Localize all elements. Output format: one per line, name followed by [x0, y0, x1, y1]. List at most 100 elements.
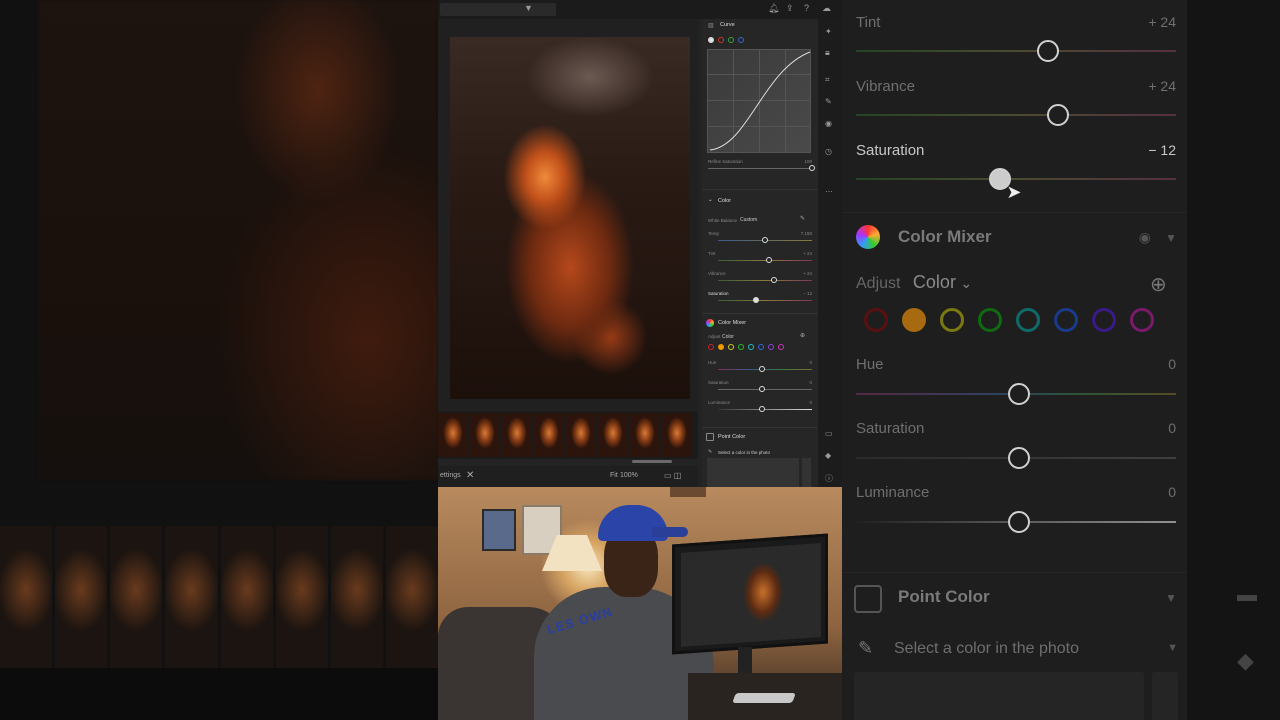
mixer-aqua[interactable]	[748, 344, 754, 350]
edit-sliders-icon[interactable]: ≡	[825, 49, 830, 58]
mixer-aqua[interactable]	[1016, 308, 1040, 332]
zoom-adjust-select[interactable]: Color	[913, 272, 956, 292]
film-thumb[interactable]	[662, 413, 692, 457]
select-color-text[interactable]: Select a color in the photo	[718, 450, 770, 455]
film-thumb[interactable]	[534, 413, 564, 457]
eyedropper-icon[interactable]: ✎	[708, 449, 712, 455]
help-icon[interactable]: ?	[804, 3, 809, 13]
film-thumb[interactable]	[630, 413, 660, 457]
tag-icon[interactable]: ◆	[1237, 648, 1254, 674]
mixer-blue[interactable]	[758, 344, 764, 350]
zoom-swatch-area[interactable]	[854, 672, 1144, 720]
left-thumb	[165, 526, 218, 668]
mixer-magenta[interactable]	[1130, 308, 1154, 332]
mixer-magenta[interactable]	[778, 344, 784, 350]
film-thumb[interactable]	[566, 413, 596, 457]
zoom-hue-slider[interactable]	[1008, 383, 1031, 405]
refine-saturation-slider[interactable]	[809, 165, 815, 171]
mixer-red[interactable]	[708, 344, 714, 350]
share-icon[interactable]: ⇪	[786, 3, 794, 14]
left-blurred-photo	[38, 0, 438, 480]
filter-icon[interactable]: ▼	[524, 3, 533, 13]
temp-label: Temp	[708, 231, 720, 236]
temp-slider[interactable]	[762, 237, 769, 243]
chevron-down-icon[interactable]: ▼	[1167, 642, 1178, 654]
zoom-vibrance-slider[interactable]	[1046, 104, 1069, 126]
mixer-purple[interactable]	[1092, 308, 1116, 332]
channel-red[interactable]	[718, 37, 724, 43]
zoom-mixer-saturation-slider[interactable]	[1008, 447, 1031, 469]
mixer-luminance-row: Luminance 0	[708, 400, 812, 416]
more-icon[interactable]: ⋯	[825, 187, 833, 196]
info-icon[interactable]: ⓘ	[825, 473, 833, 484]
history-icon[interactable]: ◷	[825, 147, 832, 156]
tint-value: + 24	[803, 251, 812, 256]
comment-icon[interactable]: ▬	[1237, 584, 1257, 607]
mixer-yellow[interactable]	[940, 308, 964, 332]
eyedropper-icon[interactable]: ✎	[800, 215, 805, 222]
film-thumb[interactable]	[470, 413, 500, 457]
search-input[interactable]	[440, 3, 556, 16]
zoom-mixer-saturation-value: 0	[1168, 420, 1176, 436]
point-color-swatch-area[interactable]	[707, 458, 799, 487]
color-mixer-icon	[706, 319, 714, 327]
film-thumb[interactable]	[598, 413, 628, 457]
tag-icon[interactable]: ◆	[825, 451, 831, 460]
tint-slider[interactable]	[766, 257, 773, 263]
eye-icon[interactable]: ◉	[1139, 229, 1151, 246]
film-thumb[interactable]	[502, 413, 532, 457]
cloud-icon[interactable]: ☁	[822, 3, 831, 14]
mixer-yellow[interactable]	[728, 344, 734, 350]
zoom-color-mixer-header[interactable]: Color Mixer ◉ ▼	[842, 212, 1187, 264]
white-balance-select[interactable]: Custom	[740, 217, 757, 223]
mixer-red[interactable]	[864, 308, 888, 332]
settings-label[interactable]: ettings	[440, 472, 461, 479]
zoom-luminance-slider[interactable]	[1008, 511, 1031, 533]
zoom-select[interactable]: 100%	[620, 472, 638, 479]
chevron-down-icon[interactable]: ⌄	[708, 197, 713, 203]
mixer-saturation-slider[interactable]	[759, 386, 766, 392]
view-mode-icon[interactable]: ▭ ◫	[664, 471, 681, 480]
channel-green[interactable]	[728, 37, 734, 43]
mixer-orange[interactable]	[902, 308, 926, 332]
left-thumb	[275, 526, 328, 668]
zoom-tool-strip: ▬ ◆	[1187, 0, 1280, 720]
tone-curve[interactable]	[707, 49, 811, 153]
zoom-tint-slider[interactable]	[1037, 40, 1059, 62]
mixer-blue[interactable]	[1054, 308, 1078, 332]
adjust-select[interactable]: Color	[722, 334, 734, 340]
mixer-green[interactable]	[978, 308, 1002, 332]
channel-rgb[interactable]	[708, 37, 714, 43]
comment-icon[interactable]: ▭	[825, 429, 833, 438]
masking-icon[interactable]: ◉	[825, 119, 832, 128]
channel-blue[interactable]	[738, 37, 744, 43]
filmstrip-scrollbar[interactable]	[632, 460, 672, 463]
target-icon[interactable]: ⊕	[1150, 272, 1167, 297]
bell-icon[interactable]: 🔔︎	[768, 3, 779, 14]
chevron-down-icon[interactable]: ⌄	[960, 275, 972, 291]
chevron-down-icon[interactable]: ▼	[1165, 591, 1177, 605]
film-thumb[interactable]	[438, 413, 468, 457]
zoom-point-color-header[interactable]: Point Color ▼	[842, 572, 1187, 624]
fit-label[interactable]: Fit	[610, 472, 618, 479]
chevron-down-icon[interactable]: ▼	[1165, 231, 1177, 245]
mixer-hue-row: Hue 0	[708, 360, 812, 376]
vibrance-slider[interactable]	[770, 277, 777, 283]
target-icon[interactable]: ⊕	[800, 332, 805, 339]
curve-channel-dots	[708, 37, 744, 43]
zoom-mixer-dots	[864, 308, 1154, 332]
crop-icon[interactable]: ⌗	[825, 75, 830, 85]
saturation-slider[interactable]	[752, 297, 759, 303]
mixer-purple[interactable]	[768, 344, 774, 350]
mixer-green[interactable]	[738, 344, 744, 350]
mixer-orange[interactable]	[718, 344, 724, 350]
close-icon[interactable]: ✕	[466, 470, 474, 481]
main-photo[interactable]	[450, 37, 690, 399]
mixer-hue-slider[interactable]	[759, 366, 766, 372]
auto-icon[interactable]: ✦	[825, 27, 832, 36]
zoom-luminance-label: Luminance	[856, 484, 930, 501]
mixer-luminance-slider[interactable]	[759, 406, 766, 412]
zoom-select-color-row[interactable]: ✎ Select a color in the photo ▼	[854, 634, 1184, 666]
left-thumb	[220, 526, 273, 668]
healing-icon[interactable]: ✎	[825, 97, 832, 106]
